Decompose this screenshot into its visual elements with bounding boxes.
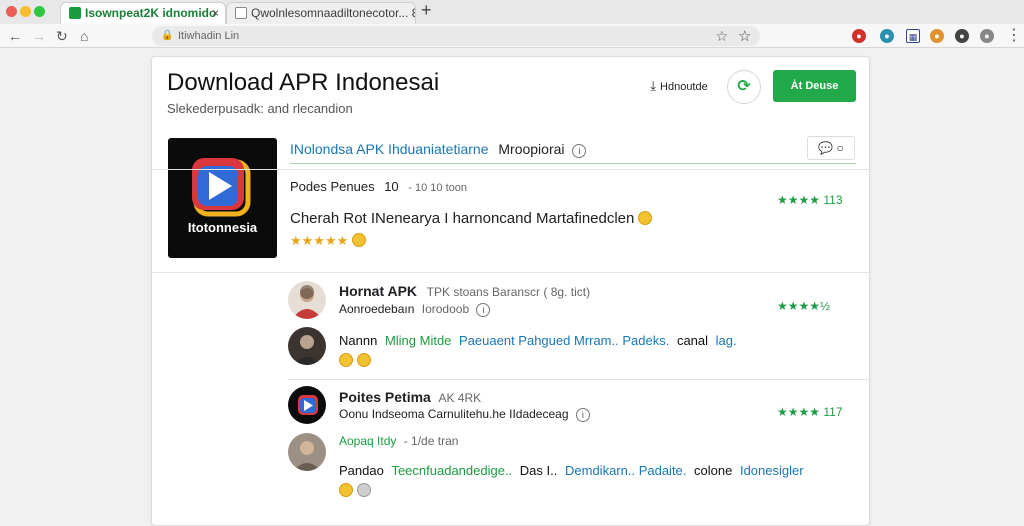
reload-icon[interactable]: ↻	[56, 27, 68, 45]
page-subtitle: Slekederpusadk: and rlecandion	[167, 101, 353, 116]
browser-toolbar: ← → ↻ ⌂ 🔒 Itiwhadin Lin ☆ ☆ ● ● ▦ ● ● ● …	[0, 24, 1024, 48]
review-text: Cherah Rot INenearya I harnoncand Martaf…	[290, 210, 653, 227]
review1-line2: Aonroedebaın Iorodoob i	[339, 302, 491, 317]
review2-author: Poites Petima	[339, 389, 431, 405]
review-header: Podes Penues 10 - 10 10 toon	[290, 179, 467, 194]
info-icon[interactable]: i	[572, 144, 587, 158]
extension-icon[interactable]: ●	[980, 29, 994, 43]
review1-rating: ★★★★½	[777, 299, 831, 313]
lock-icon: 🔒	[161, 30, 174, 41]
person-avatar-icon	[292, 285, 322, 319]
avatar[interactable]	[288, 281, 326, 319]
window-maximize-button[interactable]	[34, 6, 45, 17]
page-title: Download APR Indonesai	[167, 69, 440, 96]
new-tab-button[interactable]: +	[421, 0, 432, 21]
tab-inactive[interactable]: Qwolnlesomnaadiltonecotor... 80X	[226, 2, 416, 24]
rating-row: ★★★★★	[290, 233, 367, 249]
review2-header: Poites Petima AK 4RK	[339, 389, 481, 405]
info-icon[interactable]: i	[575, 408, 590, 422]
tab-title: Qwolnlesomnaadiltonecotor... 80X	[251, 6, 416, 20]
divider	[152, 272, 871, 273]
review-author: Podes Penues	[290, 179, 375, 194]
extension-icon[interactable]: ●	[930, 29, 944, 43]
page-favicon-icon	[235, 7, 247, 19]
divider	[288, 379, 871, 380]
app-meta: Mroopiorai	[498, 141, 565, 157]
review-score: 10	[384, 179, 399, 194]
window-close-button[interactable]	[6, 6, 17, 17]
tab-title: Isownpeat2K idnomido	[85, 6, 217, 20]
review2-rating: ★★★★ 117	[777, 405, 843, 419]
menu-icon[interactable]: ⋮	[1006, 27, 1022, 45]
review2-reactions	[339, 483, 371, 498]
review1-header: Hornat APK TPK stoans Baranscr ( 8g. tic…	[339, 283, 590, 299]
rating-right: ★★★★ 113	[777, 193, 843, 207]
extension-icon[interactable]: ●	[852, 29, 866, 43]
calendar-extension-icon[interactable]: ▦	[906, 29, 920, 43]
review-date: - 10 10 toon	[408, 182, 468, 194]
emoji-icon	[352, 233, 367, 247]
app-name-link[interactable]: INolondsa APK Ihduaniatetiarne	[290, 141, 492, 157]
play-logo-icon	[192, 158, 251, 217]
review1-text: Nannn Mling Mitde Paeuaent Pahgued Mrram…	[339, 333, 737, 348]
review2-subline: Aopaq Itdy - 1/de tran	[339, 434, 459, 448]
divider	[152, 169, 871, 170]
review1-author: Hornat APK	[339, 283, 418, 299]
tab-close-icon[interactable]: ×	[212, 3, 219, 23]
avatar[interactable]	[288, 433, 326, 471]
app-name-line: INolondsa APK Ihduaniatetiarne Mroopiora…	[290, 141, 587, 158]
window-minimize-button[interactable]	[20, 6, 31, 17]
browser-tabbar: Isownpeat2K idnomido × Qwolnlesomnaadilt…	[0, 0, 1024, 24]
info-icon[interactable]: i	[476, 303, 491, 317]
comment-icon: 💬	[818, 141, 834, 155]
review1-reactions	[339, 353, 371, 368]
comment-button[interactable]: 💬 ○	[807, 136, 855, 160]
toggle-circle-icon: ○	[836, 141, 844, 155]
apk-favicon-icon	[69, 7, 81, 19]
emoji-icon	[339, 483, 353, 497]
url-text: Itiwhadin Lin	[178, 30, 240, 42]
emoji-icon	[638, 211, 653, 225]
review2-line2: Oonu Indseoma Carnulitehu.he IIdadeceag …	[339, 407, 590, 422]
download-icon: ⤓	[650, 78, 657, 93]
avatar[interactable]	[288, 327, 326, 365]
extension-icon[interactable]: ●	[955, 29, 969, 43]
person-avatar-icon	[293, 441, 321, 471]
back-arrow-icon[interactable]: ←	[8, 27, 22, 45]
address-bar[interactable]: 🔒 Itiwhadin Lin ☆	[152, 26, 760, 46]
person-avatar-icon	[293, 335, 321, 365]
home-icon[interactable]: ⌂	[80, 27, 88, 45]
primary-action-label: Ȧt Deuse	[790, 80, 839, 92]
camera-icon	[357, 483, 371, 497]
review2-subtitle: AK 4RK	[438, 391, 482, 405]
refresh-circle-button[interactable]: ⟳	[727, 70, 761, 104]
app-logo[interactable]: Itotonnesia	[168, 138, 277, 258]
bookmark-star-icon[interactable]: ☆	[715, 26, 728, 46]
review1-subtitle: TPK stoans Baranscr ( 8g. tict)	[426, 285, 591, 299]
rating-left: ★★★★★	[290, 233, 349, 248]
forward-arrow-icon[interactable]: →	[32, 27, 46, 45]
emoji-icon	[357, 353, 371, 367]
primary-action-button[interactable]: Ȧt Deuse	[773, 70, 856, 102]
emoji-icon	[339, 353, 353, 367]
link-underline	[290, 163, 856, 164]
review2-text: Pandao Teecnfuadandedige.. Das I.. Demdi…	[339, 463, 804, 478]
download-label: Hdnoutde	[660, 81, 708, 93]
play-logo-icon	[298, 395, 318, 415]
content-card: Download APR Indonesai Slekederpusadk: a…	[151, 56, 871, 526]
green-refresh-icon: ⟳	[737, 78, 751, 95]
avatar[interactable]	[288, 386, 326, 424]
app-logo-word: Itotonnesia	[187, 220, 258, 235]
download-button[interactable]: ⤓ Hdnoutde	[639, 71, 719, 101]
bookmark-icon[interactable]: ☆	[738, 27, 751, 45]
tab-active[interactable]: Isownpeat2K idnomido ×	[60, 2, 226, 24]
extension-icon[interactable]: ●	[880, 29, 894, 43]
